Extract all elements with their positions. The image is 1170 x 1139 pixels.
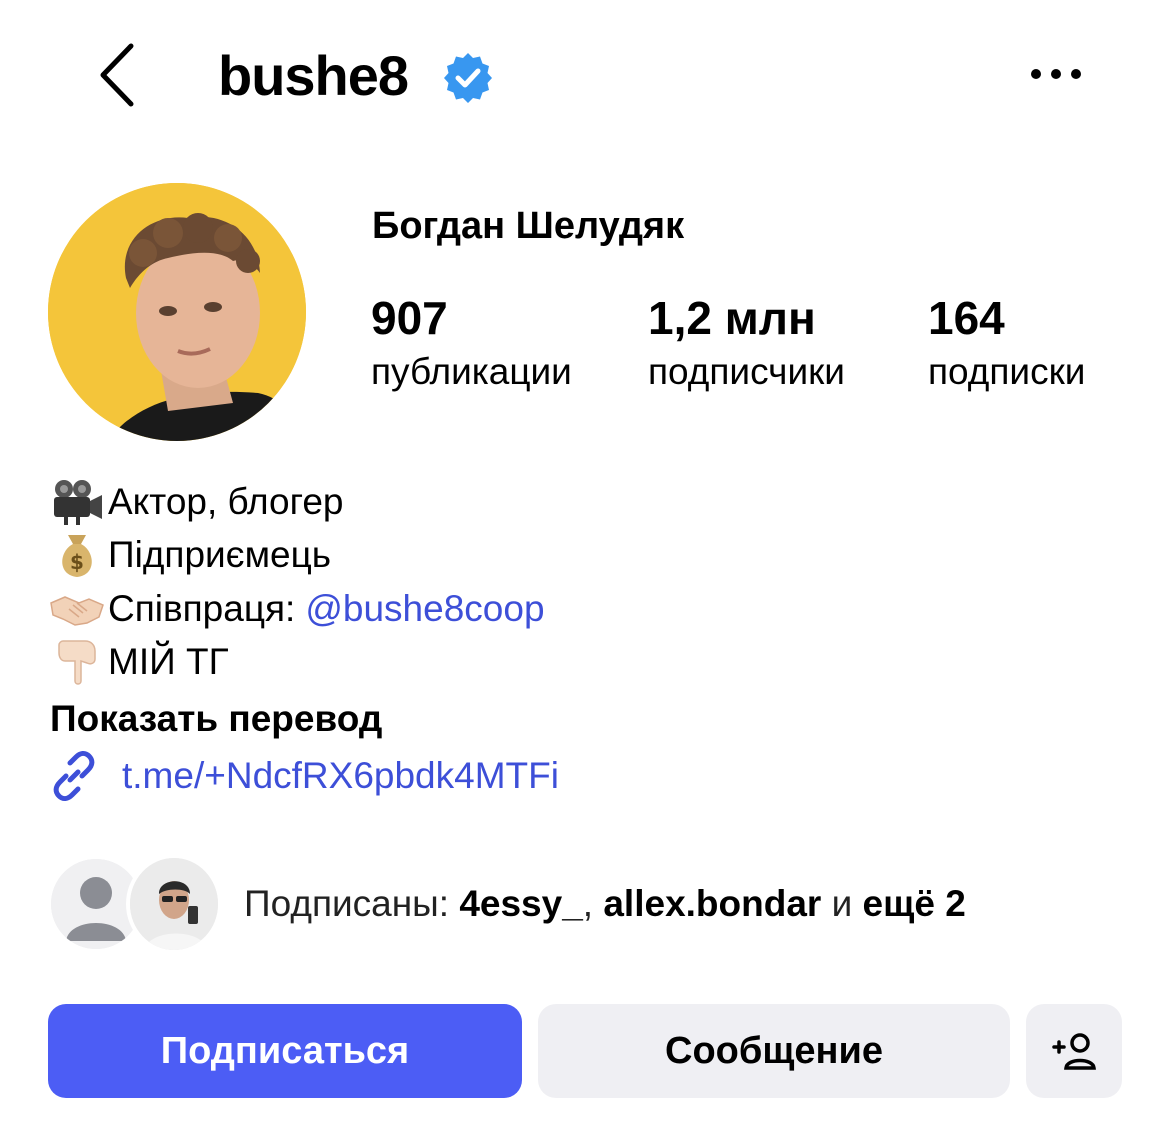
handshake-icon xyxy=(48,583,106,635)
posts-count: 907 xyxy=(371,292,448,344)
bio-text: Актор, блогер xyxy=(108,481,344,522)
bio-text: Підприємець xyxy=(108,534,332,575)
posts-label: публикации xyxy=(371,351,572,392)
followers-label: подписчики xyxy=(648,351,845,392)
followers-stat[interactable]: 1,2 млн подписчики xyxy=(648,290,845,398)
follow-button[interactable]: Подписаться xyxy=(48,1004,522,1098)
pointing-down-icon xyxy=(48,636,106,688)
show-translation-link[interactable]: Показать перевод xyxy=(50,693,382,745)
followed-by-more: ещё 2 xyxy=(862,883,966,924)
page-title: bushe8 xyxy=(218,43,409,107)
chevron-left-icon xyxy=(100,43,134,107)
message-button[interactable]: Сообщение xyxy=(538,1004,1010,1098)
bio-line: МІЙ ТГ xyxy=(48,636,229,688)
following-count: 164 xyxy=(928,292,1005,344)
money-bag-icon: $ xyxy=(48,529,106,581)
svg-text:$: $ xyxy=(70,550,84,574)
link-icon xyxy=(53,751,95,801)
more-horizontal-icon xyxy=(1031,69,1081,79)
follower-avatar[interactable] xyxy=(126,854,222,954)
followed-by-prefix: Подписаны: xyxy=(244,883,450,924)
posts-stat[interactable]: 907 публикации xyxy=(371,290,572,398)
bio-line: Актор, блогер xyxy=(48,476,343,528)
followed-by-connector: и xyxy=(831,883,853,924)
mention-link[interactable]: @bushe8coop xyxy=(305,583,544,635)
bio-line: $ Підприємець xyxy=(48,529,331,581)
link-text: t.me/+NdcfRX6pbdk4MTFi xyxy=(122,755,559,796)
bio-line: Співпраця: @bushe8coop xyxy=(48,583,545,635)
avatar[interactable] xyxy=(48,183,306,441)
back-button[interactable] xyxy=(92,40,142,110)
add-user-icon xyxy=(1052,1033,1096,1070)
full-name: Богдан Шелудяк xyxy=(372,205,685,247)
bio-text: Співпраця: xyxy=(108,588,296,629)
verified-badge-icon xyxy=(444,53,492,103)
avatar-photo xyxy=(48,183,306,441)
more-options-button[interactable] xyxy=(1028,54,1084,94)
following-stat[interactable]: 164 подписки xyxy=(928,290,1085,398)
following-label: подписки xyxy=(928,351,1086,392)
followed-by-user: allex.bondar xyxy=(603,883,822,924)
followed-by-separator: , xyxy=(582,883,594,924)
followers-count: 1,2 млн xyxy=(648,292,816,344)
followed-by-text[interactable]: Подписаны: 4essy_, allex.bondar и ещё 2 xyxy=(244,878,966,930)
movie-camera-icon xyxy=(48,476,106,528)
suggest-users-button[interactable] xyxy=(1026,1004,1122,1098)
external-link[interactable]: t.me/+NdcfRX6pbdk4MTFi xyxy=(48,748,559,804)
followed-by-user: 4essy_ xyxy=(459,883,583,924)
bio-text: МІЙ ТГ xyxy=(108,641,229,682)
follower-photo xyxy=(130,858,218,950)
